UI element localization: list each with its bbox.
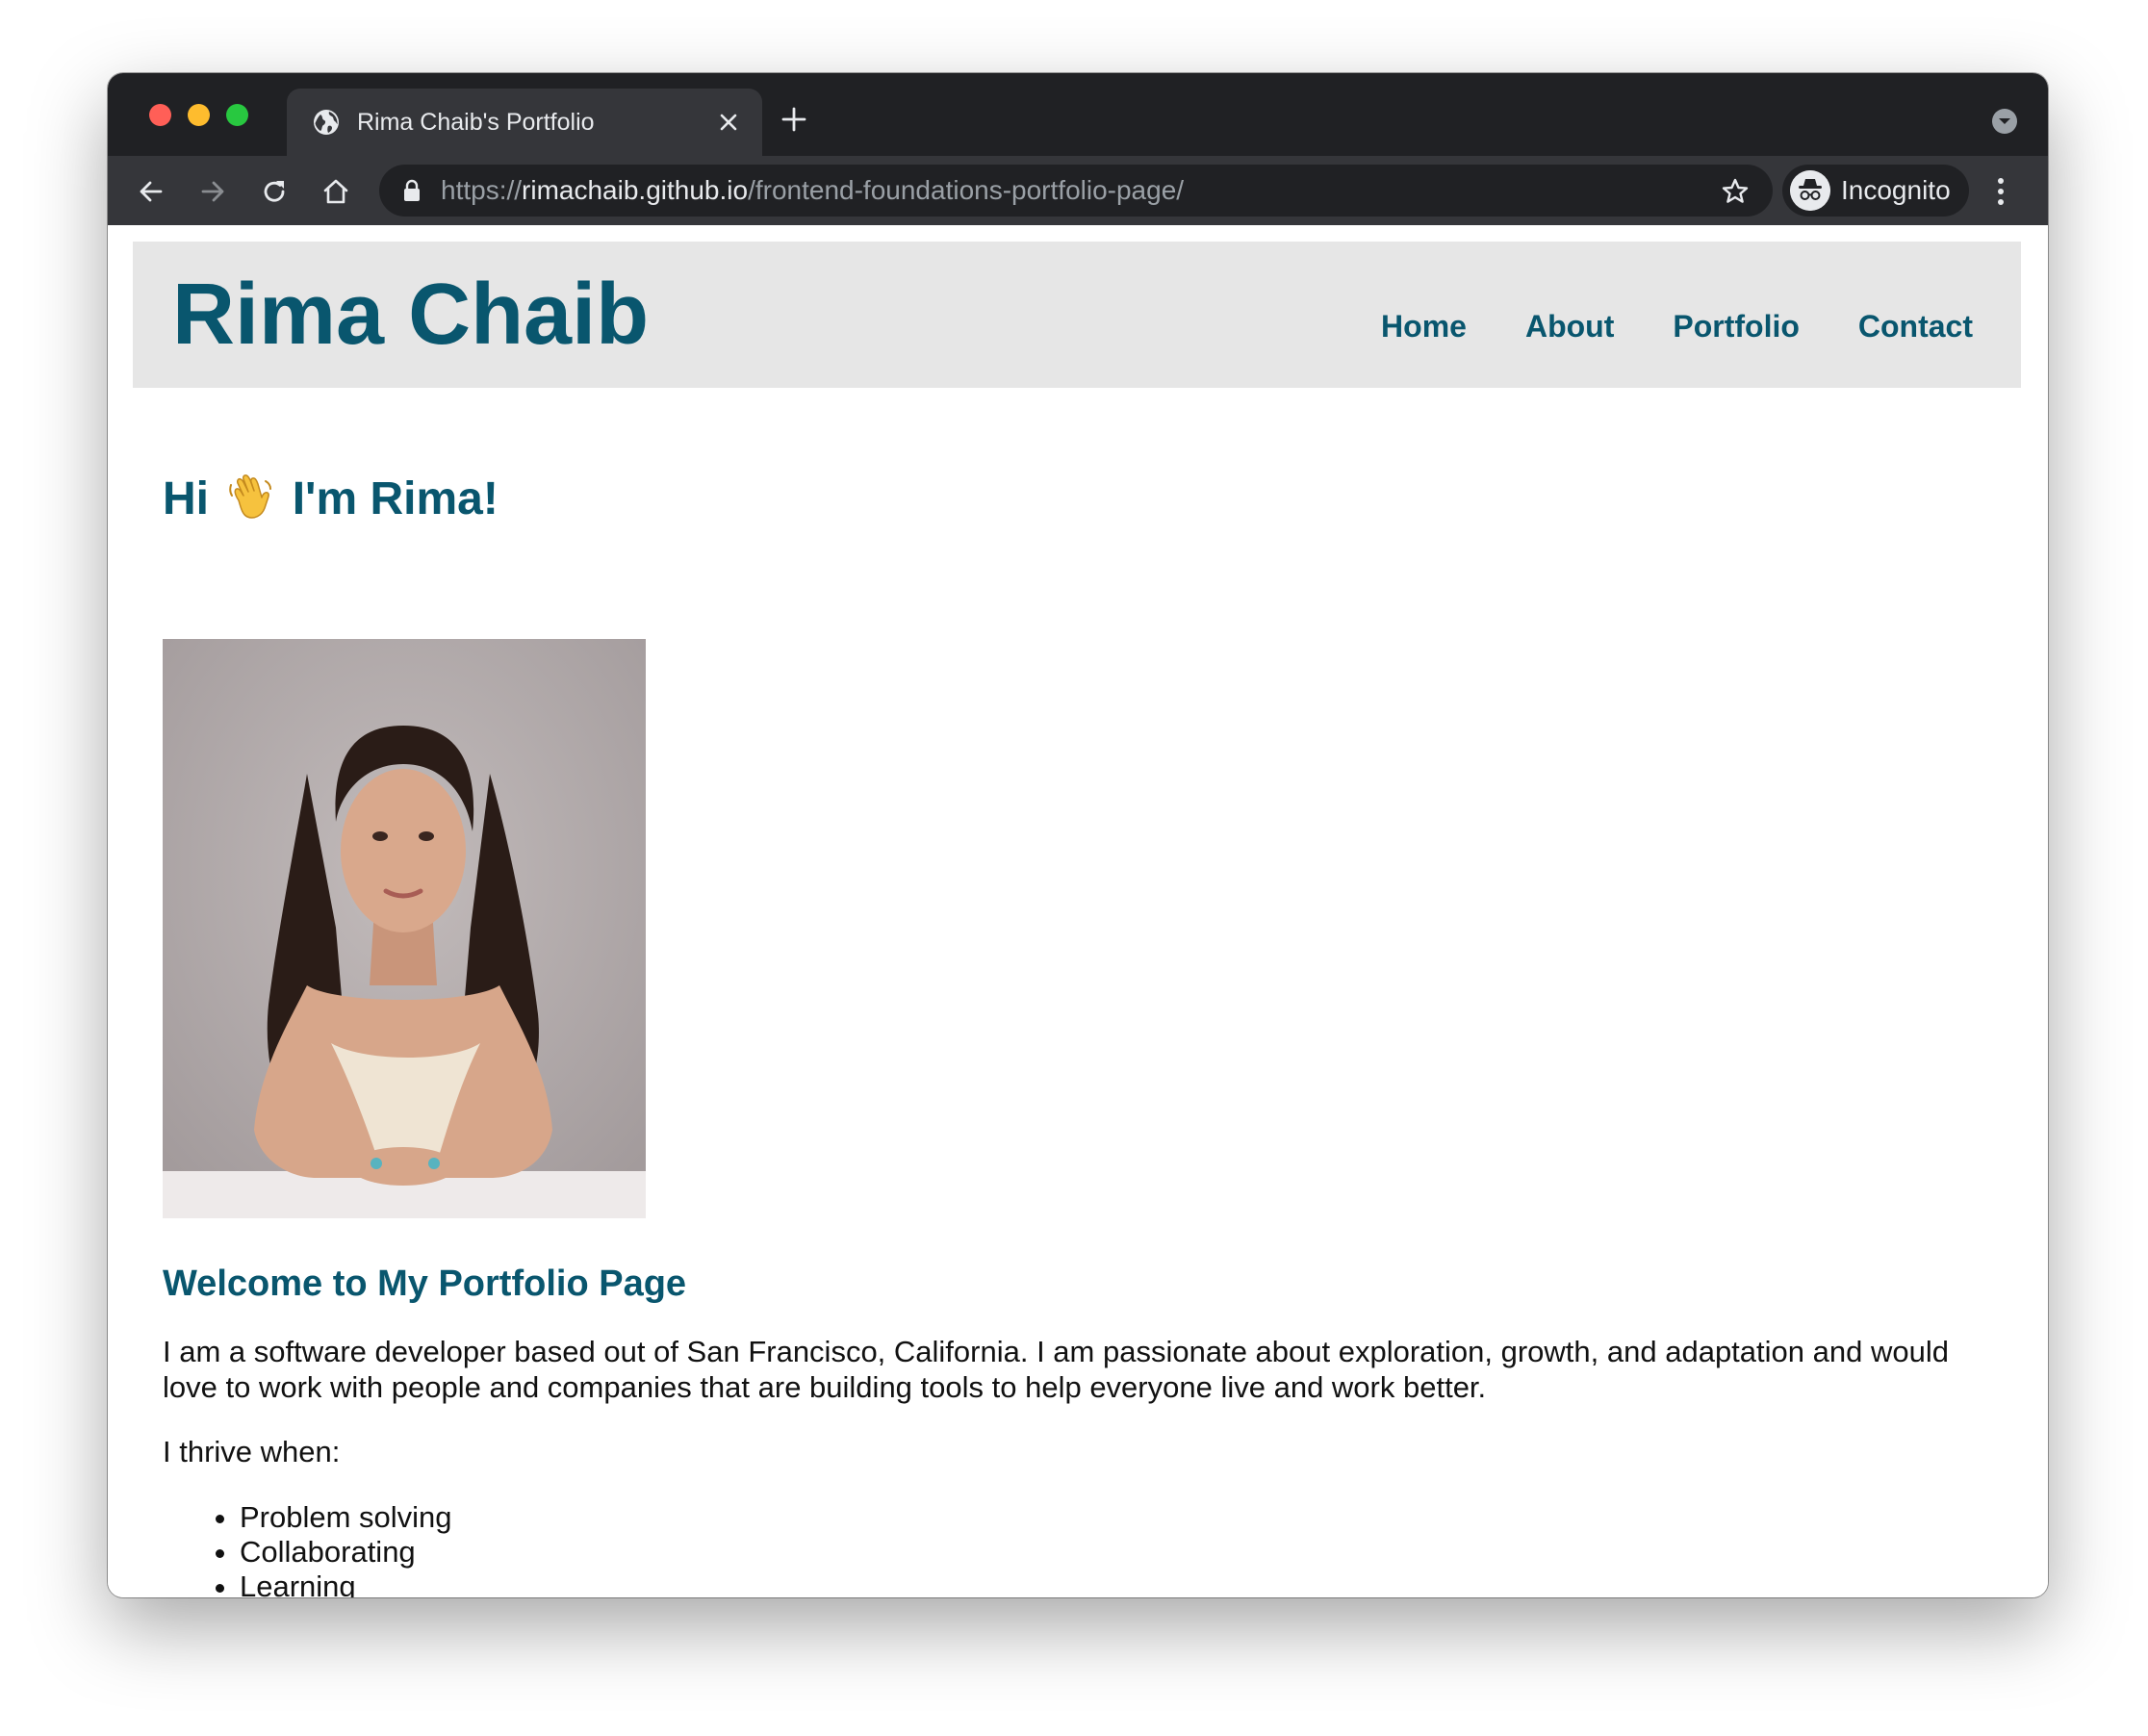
greeting-hi: Hi <box>163 473 209 524</box>
list-item: Problem solving <box>240 1500 452 1535</box>
close-window-button[interactable] <box>149 104 171 126</box>
nav-link-contact[interactable]: Contact <box>1858 307 1973 345</box>
site-nav: Home About Portfolio Contact <box>1322 307 1973 345</box>
nav-link-portfolio[interactable]: Portfolio <box>1673 307 1800 345</box>
minimize-window-button[interactable] <box>188 104 210 126</box>
page-viewport: Rima Chaib Home About Portfolio Contact … <box>108 225 2048 1597</box>
globe-icon <box>314 110 339 135</box>
list-item: Collaborating <box>240 1535 452 1570</box>
section-title: Welcome to My Portfolio Page <box>163 1264 687 1304</box>
waving-hand-icon <box>229 474 272 519</box>
plus-icon[interactable] <box>780 106 807 133</box>
tab-active[interactable]: Rima Chaib's Portfolio <box>287 89 762 156</box>
url-scheme: https:// <box>441 175 523 205</box>
nav-link-home[interactable]: Home <box>1381 307 1467 345</box>
greeting-name: I'm Rima! <box>292 473 499 524</box>
url-path: /frontend-foundations-portfolio-page/ <box>748 175 1185 205</box>
nav-link-about[interactable]: About <box>1525 307 1614 345</box>
back-arrow-icon[interactable] <box>137 177 166 206</box>
greeting-heading: Hi I'm Rima! <box>163 471 499 528</box>
profile-photo <box>163 639 646 1218</box>
incognito-icon <box>1790 170 1830 211</box>
kebab-menu-icon[interactable] <box>1996 175 2006 208</box>
url-host: rimachaib.github.io <box>522 175 749 205</box>
forward-arrow-icon[interactable] <box>198 177 227 206</box>
browser-toolbar: https://rimachaib.github.io/frontend-fou… <box>108 156 2048 225</box>
tab-search-icon[interactable] <box>1991 108 2018 135</box>
home-icon[interactable] <box>321 177 350 206</box>
zoom-window-button[interactable] <box>226 104 248 126</box>
site-header: Rima Chaib Home About Portfolio Contact <box>133 242 2021 388</box>
close-icon[interactable] <box>718 112 739 133</box>
list-item: Learning <box>240 1570 452 1597</box>
tab-title: Rima Chaib's Portfolio <box>357 109 595 136</box>
reload-icon[interactable] <box>260 177 289 206</box>
profile-label: Incognito <box>1841 175 1951 205</box>
portrait-illustration <box>163 639 646 1218</box>
star-icon[interactable] <box>1721 177 1750 206</box>
thrive-intro: I thrive when: <box>163 1435 341 1468</box>
title-bar: Rima Chaib's Portfolio <box>108 73 2048 156</box>
strengths-list: Problem solving Collaborating Learning <box>163 1500 452 1597</box>
address-bar[interactable]: https://rimachaib.github.io/frontend-fou… <box>379 165 1773 217</box>
url-text: https://rimachaib.github.io/frontend-fou… <box>441 174 1184 207</box>
profile-button[interactable]: Incognito <box>1782 165 1969 217</box>
bio-paragraph: I am a software developer based out of S… <box>163 1335 1949 1404</box>
site-title: Rima Chaib <box>172 267 650 363</box>
lock-icon[interactable] <box>402 179 422 202</box>
browser-window: Rima Chaib's Portfolio https://rimachaib… <box>108 73 2048 1597</box>
